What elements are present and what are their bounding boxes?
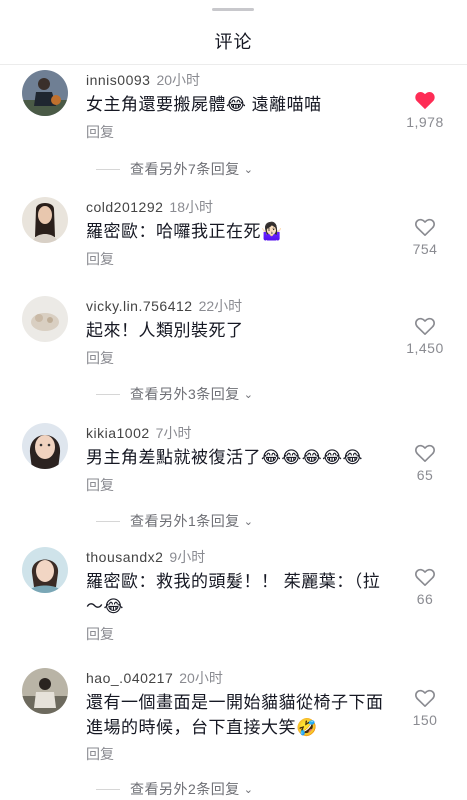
view-more-replies-button[interactable]: 查看另外2条回复 ⌄	[96, 779, 254, 799]
username-line: thousandx2 9小时	[86, 547, 205, 567]
view-more-replies-button[interactable]: 查看另外3条回复 ⌄	[96, 384, 254, 404]
divider-line	[96, 520, 120, 522]
chevron-down-icon: ⌄	[243, 388, 254, 401]
reply-button[interactable]: 回复	[86, 744, 114, 764]
avatar[interactable]	[22, 197, 68, 243]
comment-item: innis0093 20小时 女主角還要搬屍體😂 遠離喵喵 回复 1,978 查看…	[0, 70, 467, 185]
avatar[interactable]	[22, 668, 68, 714]
comments-sheet: 评论 innis0093 20小时 女主角還要搬屍體😂 遠離喵喵 回复 1,978	[0, 0, 467, 800]
heart-icon	[415, 317, 435, 335]
comment-item: thousandx2 9小时 羅密歐：救我的頭髮！！ 茱麗葉：（拉～😂 回复 66	[0, 547, 467, 657]
comment-text: 羅密歐：救我的頭髮！！ 茱麗葉：（拉～😂	[86, 572, 381, 616]
username[interactable]: hao_.040217	[86, 670, 173, 686]
avatar[interactable]	[22, 296, 68, 342]
timestamp: 7小时	[155, 425, 192, 441]
avatar[interactable]	[22, 423, 68, 469]
comment-item: vicky.lin.756412 22小时 起來！人類別裝死了 回复 1,450 …	[0, 296, 467, 406]
avatar[interactable]	[22, 70, 68, 116]
like-count: 66	[416, 591, 434, 607]
like-count: 1,450	[406, 340, 444, 356]
like-count: 65	[416, 467, 434, 483]
like-button[interactable]: 65	[399, 443, 451, 483]
like-button[interactable]: 1,450	[399, 316, 451, 356]
chevron-down-icon: ⌄	[243, 163, 254, 176]
comment-item: kikia1002 7小时 男主角差點就被復活了😂😂😂😂😂 回复 65 查看另外1…	[0, 423, 467, 533]
divider-line	[96, 168, 120, 170]
comment-item: cold201292 18小时 羅密歐：哈囉我正在死🤷🏻‍♀️ 回复 754	[0, 197, 467, 287]
header-title: 评论	[214, 32, 253, 52]
like-button[interactable]: 66	[399, 567, 451, 607]
view-more-replies-label: 查看另外1条回复	[130, 513, 240, 529]
username-line: kikia1002 7小时	[86, 423, 191, 443]
view-more-replies-button[interactable]: 查看另外1条回复 ⌄	[96, 511, 254, 531]
reply-button[interactable]: 回复	[86, 624, 114, 644]
like-count: 754	[412, 241, 438, 257]
heart-icon	[415, 218, 435, 236]
view-more-replies-button[interactable]: 查看另外7条回复 ⌄	[96, 159, 254, 179]
comment-item: hao_.040217 20小时 還有一個畫面是一開始貓貓從椅子下面進場的時候，台…	[0, 668, 467, 800]
username-line: vicky.lin.756412 22小时	[86, 296, 242, 316]
timestamp: 9小时	[169, 549, 206, 565]
reply-button[interactable]: 回复	[86, 122, 114, 142]
reply-button[interactable]: 回复	[86, 475, 114, 495]
view-more-replies-label: 查看另外2条回复	[130, 781, 240, 797]
username-line: cold201292 18小时	[86, 197, 213, 217]
timestamp: 20小时	[156, 72, 201, 88]
comment-text: 男主角差點就被復活了😂😂😂😂😂	[86, 448, 363, 467]
comment-text: 羅密歐：哈囉我正在死🤷🏻‍♀️	[86, 222, 283, 241]
divider-line	[96, 788, 120, 790]
timestamp: 18小时	[169, 199, 213, 215]
comment-text: 起來！人類別裝死了	[86, 321, 244, 340]
heart-icon	[415, 568, 435, 586]
username[interactable]: cold201292	[86, 199, 163, 215]
drag-handle[interactable]	[212, 8, 254, 11]
view-more-replies-label: 查看另外3条回复	[130, 386, 240, 402]
like-count: 1,978	[406, 114, 444, 130]
like-count: 150	[412, 712, 438, 728]
username-line: hao_.040217 20小时	[86, 668, 223, 688]
username[interactable]: kikia1002	[86, 425, 150, 441]
username-line: innis0093 20小时	[86, 70, 200, 90]
chevron-down-icon: ⌄	[243, 783, 254, 796]
like-button[interactable]: 754	[399, 217, 451, 257]
timestamp: 22小时	[198, 298, 243, 314]
chevron-down-icon: ⌄	[243, 515, 254, 528]
username[interactable]: vicky.lin.756412	[86, 298, 193, 314]
timestamp: 20小时	[179, 670, 223, 686]
comment-text: 女主角還要搬屍體😂 遠離喵喵	[86, 95, 322, 114]
username[interactable]: thousandx2	[86, 549, 163, 565]
like-button[interactable]: 150	[399, 688, 451, 728]
heart-icon	[415, 92, 435, 110]
reply-button[interactable]: 回复	[86, 249, 114, 269]
divider-line	[96, 393, 120, 395]
username[interactable]: innis0093	[86, 72, 150, 88]
header-divider	[0, 64, 467, 65]
heart-icon	[415, 689, 435, 707]
reply-button[interactable]: 回复	[86, 348, 114, 368]
avatar[interactable]	[22, 547, 68, 593]
comment-text: 還有一個畫面是一開始貓貓從椅子下面進場的時候，台下直接大笑🤣	[86, 693, 384, 737]
heart-icon	[415, 444, 435, 462]
like-button[interactable]: 1,978	[399, 90, 451, 130]
view-more-replies-label: 查看另外7条回复	[130, 161, 240, 177]
